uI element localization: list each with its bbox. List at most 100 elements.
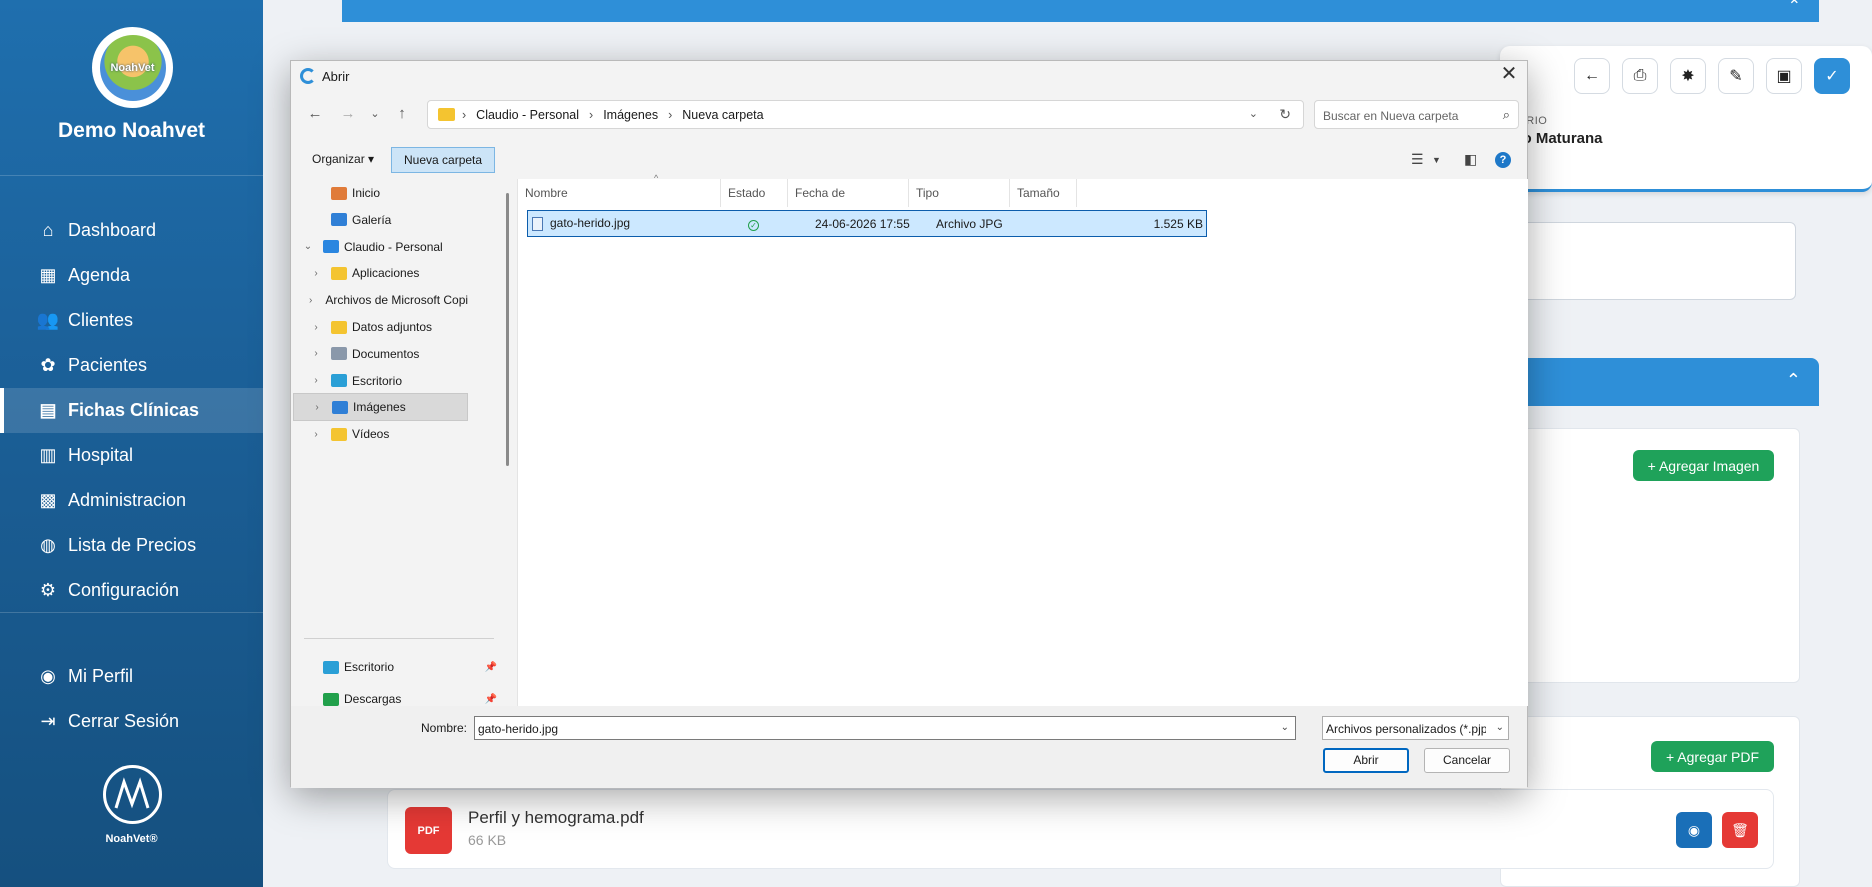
pdf-file-size: 66 KB: [468, 832, 507, 848]
sidebar-item-configuración[interactable]: ⚙ Configuración: [0, 568, 263, 613]
pdf-icon: PDF: [405, 807, 452, 854]
divider: [304, 638, 494, 639]
sign-button[interactable]: ✎: [1718, 58, 1754, 94]
notes-textarea[interactable]: [1500, 222, 1796, 300]
save-button[interactable]: ▣: [1766, 58, 1802, 94]
up-arrow-icon[interactable]: ↑: [391, 103, 413, 125]
recent-chevron-down-icon[interactable]: ⌄: [364, 103, 386, 125]
view-dropdown-icon[interactable]: ▼: [1432, 155, 1441, 165]
refresh-icon[interactable]: ↻: [1279, 106, 1291, 123]
navigation-scrollbar[interactable]: [506, 193, 509, 466]
paw-icon: ✿: [40, 355, 56, 375]
pdf-file-row: PDF Perfil y hemograma.pdf 66 KB ◉ 🗑: [387, 789, 1774, 869]
breadcrumb-item[interactable]: Claudio - Personal: [476, 108, 579, 122]
chevron-right-icon[interactable]: ›: [309, 429, 323, 440]
badge-button[interactable]: ✸: [1670, 58, 1706, 94]
filename-value[interactable]: gato-herido.jpg: [478, 722, 558, 736]
add-image-button[interactable]: + Agregar Imagen: [1633, 450, 1774, 481]
sidebar-item-mi-perfil[interactable]: ◉ Mi Perfil: [0, 654, 263, 699]
breadcrumb-item[interactable]: Nueva carpeta: [682, 108, 763, 122]
help-icon[interactable]: ?: [1495, 152, 1511, 168]
chevron-right-icon[interactable]: ›: [309, 375, 323, 386]
sidebar-item-administracion[interactable]: ▩ Administracion: [0, 478, 263, 523]
chevron-down-icon[interactable]: ⌄: [1496, 722, 1504, 733]
back-arrow-icon[interactable]: ←: [304, 103, 326, 125]
search-box[interactable]: Buscar en Nueva carpeta ⌕: [1314, 100, 1519, 129]
sidebar-item-clientes[interactable]: 👥 Clientes: [0, 298, 263, 343]
quick-access-label: Descargas: [344, 692, 402, 706]
chevron-right-icon[interactable]: ›: [309, 295, 312, 306]
preview-pane-icon[interactable]: ◧: [1464, 151, 1477, 168]
confirm-button[interactable]: ✓: [1814, 58, 1850, 94]
column-nombre[interactable]: Nombre: [518, 179, 721, 207]
file-row-selected[interactable]: gato-herido.jpg ✓ 24-06-2026 17:55 Archi…: [527, 210, 1207, 237]
nav-tree-item[interactable]: › Escritorio: [293, 367, 468, 395]
quick-access-item[interactable]: Escritorio 📌: [293, 653, 503, 681]
nav-tree-item[interactable]: Inicio: [293, 179, 468, 207]
sidebar-item-pacientes[interactable]: ✿ Pacientes: [0, 343, 263, 388]
close-icon[interactable]: ✕: [1497, 64, 1521, 86]
new-folder-button[interactable]: Nueva carpeta: [391, 147, 496, 173]
file-size: 1.525 KB: [1153, 217, 1203, 231]
pdf-file-name: Perfil y hemograma.pdf: [468, 808, 644, 827]
view-pdf-button[interactable]: ◉: [1676, 812, 1712, 848]
file-medical-icon: ▤: [39, 400, 57, 420]
pin-icon[interactable]: 📌: [485, 662, 497, 673]
nav-tree-item[interactable]: ⌄ Claudio - Personal: [293, 233, 468, 261]
column-tamano[interactable]: Tamaño: [1010, 179, 1077, 207]
breadcrumb-item[interactable]: Imágenes: [603, 108, 658, 122]
column-estado[interactable]: Estado: [721, 179, 788, 207]
sidebar-item-label: Lista de Precios: [68, 535, 197, 555]
command-bar: Organizar ▾ Nueva carpeta ☰ ▼ ◧ ?: [291, 147, 1527, 173]
nav-tree-item[interactable]: › Datos adjuntos: [293, 313, 468, 341]
sidebar-item-dashboard[interactable]: ⌂ Dashboard: [0, 208, 263, 253]
column-fecha[interactable]: Fecha de modificación: [788, 179, 909, 228]
organize-button[interactable]: Organizar ▾: [300, 147, 386, 173]
folder-icon: [331, 266, 347, 280]
navigation-pane: Inicio Galería ⌄ Claudio - Personal › Aplicac…: [293, 179, 507, 706]
chevron-right-icon[interactable]: ›: [309, 348, 323, 359]
folder-icon: [438, 108, 455, 121]
chevron-right-icon[interactable]: ›: [309, 268, 323, 279]
chevron-down-icon[interactable]: ⌄: [1281, 722, 1289, 733]
nav-tree-item[interactable]: › Aplicaciones: [293, 259, 468, 287]
file-type-select[interactable]: Archivos personalizados (*.pjp; ⌄: [1322, 716, 1509, 740]
column-tipo[interactable]: Tipo: [909, 179, 1010, 207]
jpg-file-icon: [532, 216, 543, 231]
add-pdf-button[interactable]: + Agregar PDF: [1651, 741, 1774, 772]
sidebar-item-hospital[interactable]: ▥ Hospital: [0, 433, 263, 478]
nav-tree-item[interactable]: › Documentos: [293, 340, 468, 368]
list-view-icon[interactable]: ☰: [1411, 151, 1424, 168]
print-button[interactable]: ⎙: [1622, 58, 1658, 94]
calendar-icon: ▦: [39, 265, 57, 285]
sidebar-item-lista-de-precios[interactable]: ◍ Lista de Precios: [0, 523, 263, 568]
sidebar-item-cerrar-sesión[interactable]: ⇥ Cerrar Sesión: [0, 699, 263, 744]
forward-arrow-icon[interactable]: →: [337, 103, 359, 125]
address-bar[interactable]: › Claudio - Personal › Imágenes › Nueva carpe…: [427, 100, 1304, 129]
sidebar-item-agenda[interactable]: ▦ Agenda: [0, 253, 263, 298]
cancel-button[interactable]: Cancelar: [1424, 748, 1510, 773]
chevron-down-icon[interactable]: ⌄: [301, 241, 315, 252]
back-button[interactable]: ←: [1574, 58, 1610, 94]
filename-input[interactable]: gato-herido.jpg ⌄: [474, 716, 1296, 740]
quick-access-item[interactable]: Descargas 📌: [293, 685, 503, 706]
pin-icon[interactable]: 📌: [485, 694, 497, 705]
chevron-up-icon[interactable]: ⌃: [1788, 0, 1801, 16]
chevron-up-icon[interactable]: ⌃: [1786, 370, 1801, 391]
chevron-down-icon[interactable]: ⌄: [1249, 107, 1258, 120]
delete-pdf-button[interactable]: 🗑: [1722, 812, 1758, 848]
breadcrumb-separator-icon[interactable]: ›: [462, 108, 466, 122]
file-type-value[interactable]: Archivos personalizados (*.pjp;: [1326, 722, 1486, 736]
open-button[interactable]: Abrir: [1323, 748, 1409, 773]
chevron-right-icon[interactable]: ›: [309, 322, 323, 333]
search-input[interactable]: Buscar en Nueva carpeta: [1323, 109, 1458, 123]
breadcrumb-separator-icon[interactable]: ›: [589, 108, 593, 122]
nav-tree-item[interactable]: › Imágenes: [293, 393, 468, 422]
chevron-right-icon[interactable]: ›: [310, 402, 324, 413]
nav-tree-item[interactable]: › Vídeos: [293, 420, 468, 448]
search-icon[interactable]: ⌕: [1503, 107, 1510, 123]
breadcrumb-separator-icon[interactable]: ›: [668, 108, 672, 122]
nav-tree-item[interactable]: › Archivos de Microsoft Copi: [293, 286, 468, 314]
sidebar-item-fichas-clínicas[interactable]: ▤ Fichas Clínicas: [0, 388, 263, 433]
nav-tree-item[interactable]: Galería: [293, 206, 468, 234]
